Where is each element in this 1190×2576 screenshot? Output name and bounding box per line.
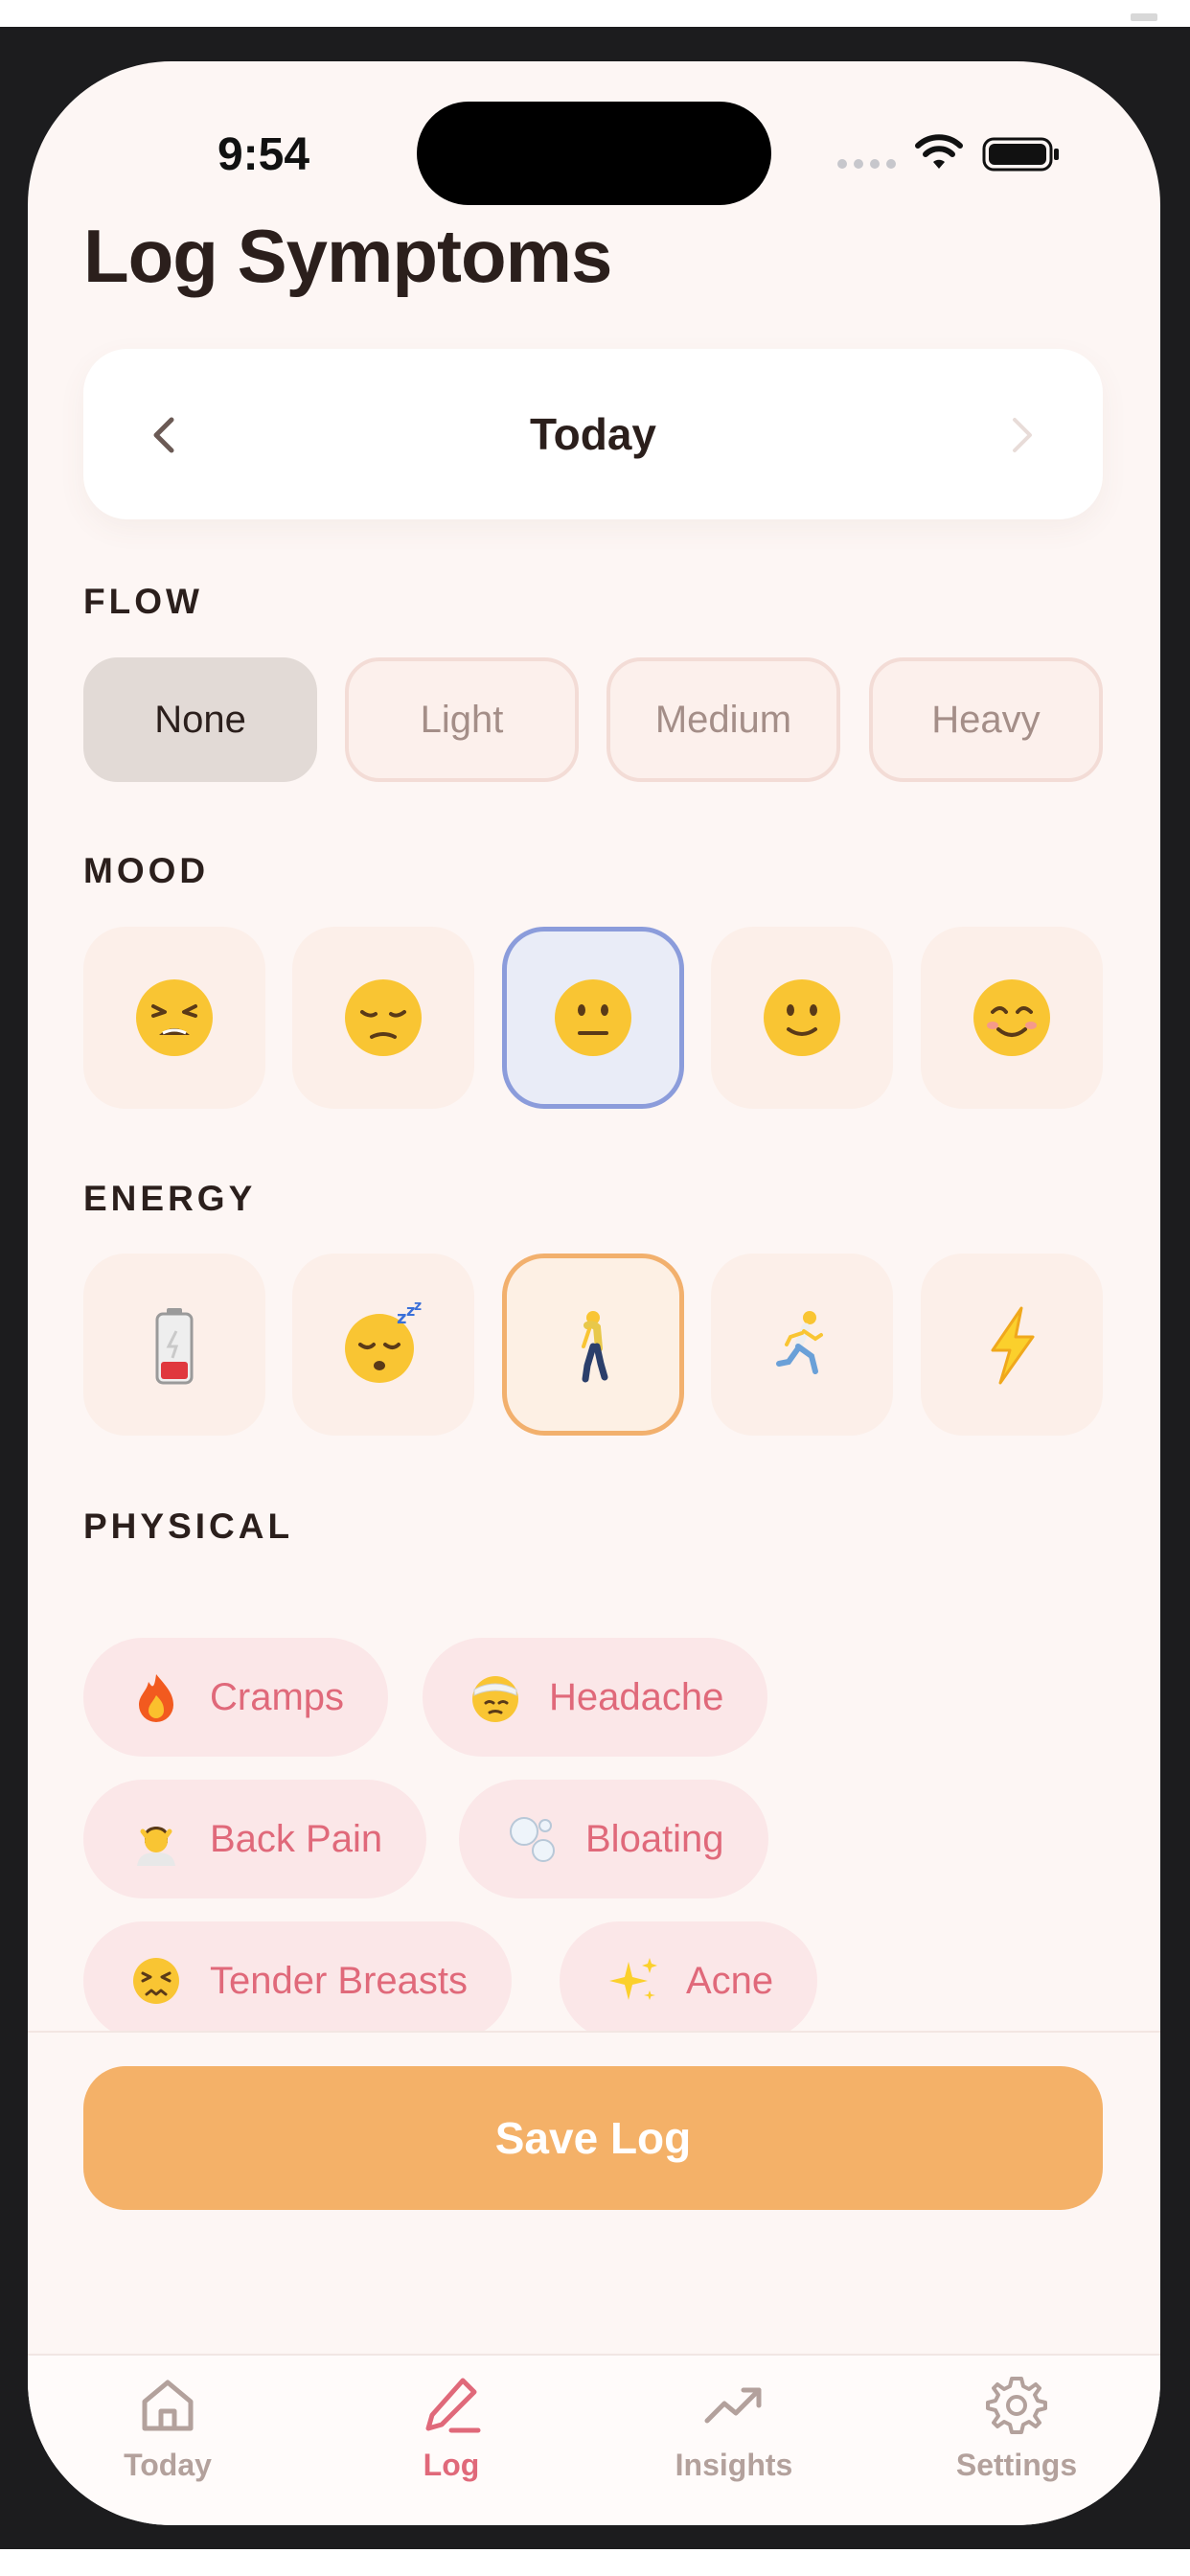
date-navigator: Today [83,349,1103,519]
dynamic-island [417,102,771,205]
symptom-chip-label: Acne [686,1959,774,2002]
walking-person-icon [582,1311,608,1383]
divider [28,2031,1160,2033]
pencil-icon [425,2378,481,2433]
tab-log[interactable]: Log [355,2373,547,2483]
mood-option-tired[interactable] [83,927,265,1109]
flow-option-heavy[interactable]: Heavy [869,657,1103,782]
tab-bar: Today Log Insights Settings [28,2354,1160,2525]
wifi-icon [915,134,963,169]
mood-option-neutral[interactable] [502,927,684,1109]
mood-selector [83,927,1103,1109]
sparkles-icon [609,1958,657,2000]
gear-icon [986,2377,1047,2434]
tab-label: Insights [675,2448,793,2482]
low-battery-icon [155,1308,194,1385]
tab-label: Log [423,2448,480,2482]
flow-option-none[interactable]: None [83,657,317,782]
svg-text:z: z [414,1299,422,1314]
slightly-smiling-face-icon [764,979,840,1056]
energy-option-walking[interactable] [502,1254,684,1436]
symptom-chip-headache[interactable]: Headache [423,1638,768,1757]
status-time: 9:54 [217,129,310,180]
pensive-face-icon [345,979,422,1056]
phone-screen: 9:54 Log Symptoms Today FLOW None Light … [28,61,1160,2525]
svg-text:z: z [397,1308,406,1328]
symptom-chip-cramps[interactable]: Cramps [83,1638,389,1757]
tab-today[interactable]: Today [72,2373,263,2483]
energy-option-sleepy[interactable]: z z z [292,1254,474,1436]
energy-selector: z z z [83,1254,1103,1436]
sleeping-face-icon: z z z [345,1299,422,1383]
tab-label: Today [124,2448,212,2482]
mood-option-smiling[interactable] [921,927,1103,1109]
physical-symptoms: Cramps Headache Back Pain Bloating Tende… [83,1638,1103,2031]
symptom-chip-label: Tender Breasts [210,1959,469,2002]
energy-option-low-battery[interactable] [83,1254,265,1436]
save-log-button[interactable]: Save Log [83,2066,1103,2210]
section-label-energy: ENERGY [83,1179,257,1218]
home-icon [142,2380,194,2431]
symptom-chip-tender-breasts[interactable]: Tender Breasts [83,1921,513,2031]
page-title: Log Symptoms [83,214,612,298]
section-label-physical: PHYSICAL [83,1506,294,1546]
tab-settings[interactable]: Settings [921,2373,1112,2483]
mood-option-slightly-smiling[interactable] [711,927,893,1109]
fire-icon [139,1674,173,1722]
smiling-face-icon [973,979,1050,1056]
tab-label: Settings [955,2448,1078,2482]
cellular-signal-icon [837,159,896,169]
flow-option-medium[interactable]: Medium [606,657,840,782]
tired-face-icon [136,979,213,1056]
section-label-mood: MOOD [83,851,210,890]
date-label: Today [529,409,657,459]
bubbles-icon [510,1817,555,1862]
energy-option-lightning[interactable] [921,1254,1103,1436]
bandaged-head-icon [472,1676,518,1722]
trend-up-icon [704,2387,762,2424]
section-label-flow: FLOW [83,582,203,621]
symptom-chip-label: Headache [549,1675,724,1718]
flow-option-light[interactable]: Light [345,657,579,782]
persevering-face-icon [133,1958,179,2004]
chevron-right-icon [1013,418,1032,452]
top-window-strip [0,0,1190,27]
energy-option-running[interactable] [711,1254,893,1436]
symptom-chip-label: Back Pain [210,1817,383,1860]
mood-option-pensive[interactable] [292,927,474,1109]
window-control [1131,13,1157,21]
tab-insights[interactable]: Insights [638,2373,830,2483]
massage-icon [137,1827,175,1866]
symptom-chip-label: Cramps [210,1675,345,1718]
symptom-chip-acne[interactable]: Acne [560,1921,818,2031]
neutral-face-icon [555,979,631,1056]
battery-icon [982,137,1059,172]
symptom-chip-label: Bloating [585,1817,724,1860]
running-person-icon [776,1311,823,1374]
lightning-icon [991,1306,1035,1385]
bottom-window-strip [0,2549,1190,2576]
symptom-chip-bloating[interactable]: Bloating [459,1780,768,1898]
symptom-chip-back-pain[interactable]: Back Pain [83,1780,427,1898]
flow-selector: None Light Medium Heavy [83,657,1103,782]
